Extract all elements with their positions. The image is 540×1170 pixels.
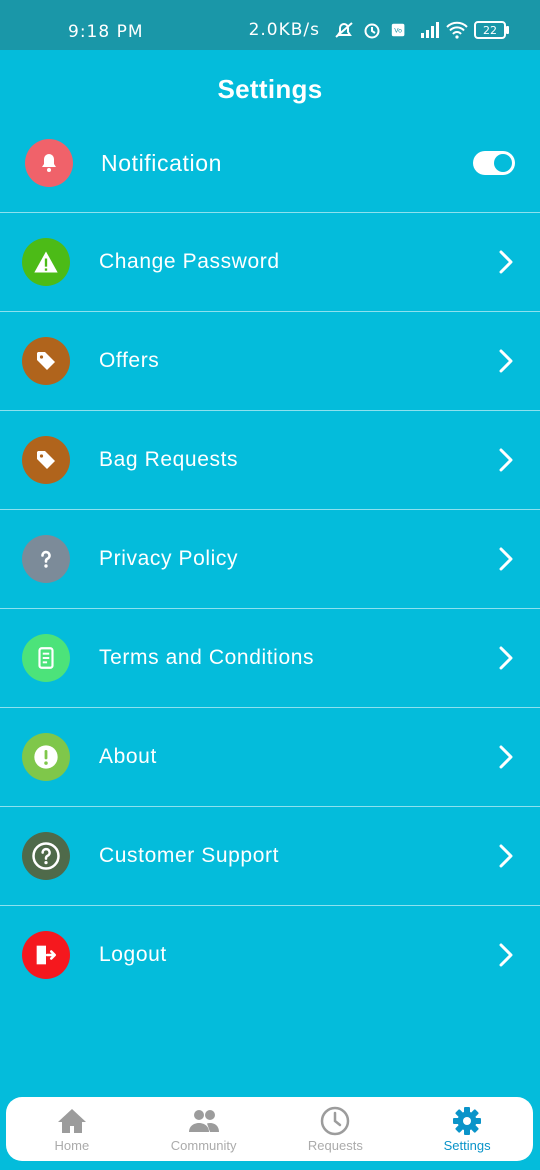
nav-item-requests[interactable]: Requests [272, 1106, 398, 1153]
page-title: Settings [217, 74, 323, 104]
gear-icon [453, 1106, 482, 1135]
question-icon [22, 535, 70, 583]
nav-label: Community [170, 1137, 237, 1153]
nav-label: Home [54, 1137, 90, 1153]
nav-item-community[interactable]: Community [141, 1106, 267, 1153]
signal-icon [418, 21, 439, 39]
chevron-right-icon [498, 645, 514, 671]
nav-label: Settings [443, 1137, 491, 1153]
wifi-icon [446, 21, 468, 39]
settings-row-notification[interactable]: Notification [0, 114, 540, 213]
settings-row-label: About [99, 745, 157, 768]
settings-row-about[interactable]: About [0, 708, 540, 807]
settings-row-terms-and-conditions[interactable]: Terms and Conditions [0, 609, 540, 708]
document-icon [22, 634, 70, 682]
settings-row-logout[interactable]: Logout [0, 906, 540, 1004]
settings-row-label: Change Password [99, 250, 280, 273]
bottom-nav: Home Community Requests Settings [6, 1097, 533, 1161]
chevron-right-icon [498, 249, 514, 275]
status-time: 9:18 PM [68, 22, 144, 42]
tag-icon [22, 436, 70, 484]
settings-row-label: Logout [99, 943, 167, 966]
settings-list: Notification Change Password Offers Bag … [0, 114, 540, 1004]
alarm-icon [362, 21, 382, 39]
chevron-right-icon [498, 447, 514, 473]
settings-row-label: Offers [99, 349, 160, 372]
settings-row-label: Terms and Conditions [99, 646, 315, 669]
tag-icon [22, 337, 70, 385]
logout-icon [22, 931, 70, 979]
notification-toggle[interactable] [473, 151, 515, 175]
nav-item-settings[interactable]: Settings [404, 1106, 530, 1153]
settings-row-label: Privacy Policy [99, 547, 239, 570]
settings-row-label: Customer Support [99, 844, 280, 867]
muted-bell-icon [334, 21, 354, 39]
chevron-right-icon [498, 744, 514, 770]
chevron-right-icon [498, 843, 514, 869]
nav-label: Requests [307, 1137, 363, 1153]
settings-row-change-password[interactable]: Change Password [0, 213, 540, 312]
warning-icon [22, 238, 70, 286]
svg-text:Vo: Vo [394, 28, 402, 35]
chevron-right-icon [498, 942, 514, 968]
battery-icon: 22 [474, 21, 509, 39]
info-icon [22, 733, 70, 781]
home-icon [57, 1108, 86, 1133]
clock-icon [321, 1106, 350, 1135]
status-indicators: 2.0KB/s Vo 22 [248, 20, 509, 40]
status-bar: 9:18 PM 2.0KB/s Vo 22 [0, 0, 540, 50]
network-speed: 2.0KB/s [248, 20, 320, 40]
settings-row-bag-requests[interactable]: Bag Requests [0, 411, 540, 510]
settings-row-customer-support[interactable]: Customer Support [0, 807, 540, 906]
settings-row-offers[interactable]: Offers [0, 312, 540, 411]
bell-icon [25, 139, 73, 187]
nav-item-home[interactable]: Home [9, 1106, 135, 1153]
toggle-knob [494, 154, 512, 172]
settings-row-privacy-policy[interactable]: Privacy Policy [0, 510, 540, 609]
volte-icon: Vo [390, 21, 410, 39]
help-circle-icon [22, 832, 70, 880]
settings-row-label: Bag Requests [99, 448, 239, 471]
chevron-right-icon [498, 546, 514, 572]
settings-row-label: Notification [101, 149, 222, 176]
chevron-right-icon [498, 348, 514, 374]
community-icon [188, 1109, 219, 1132]
